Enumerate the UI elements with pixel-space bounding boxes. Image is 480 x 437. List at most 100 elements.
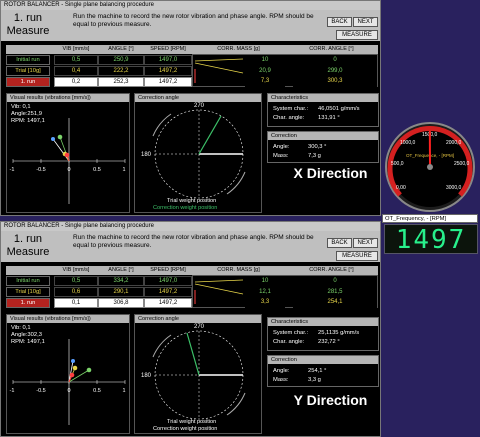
- correction-title: Correction: [268, 132, 378, 140]
- cell-initial-vib: 0,5: [54, 276, 98, 286]
- cell-run1-angle: 252,3: [98, 77, 144, 87]
- measure-button[interactable]: MEASURE: [336, 30, 378, 40]
- row-label-run1[interactable]: 1. run: [6, 77, 50, 87]
- corr-angle-1: 0: [293, 56, 377, 66]
- correction-mass-label: Mass:: [273, 153, 289, 159]
- instruction-text: Run the machine to record the new rotor …: [73, 13, 314, 28]
- back-button[interactable]: BACK: [327, 17, 352, 27]
- correction-title: Correction: [268, 356, 378, 364]
- row-label-initial[interactable]: Initial run: [6, 55, 50, 65]
- corr-mass-3: 7,3: [245, 77, 285, 87]
- table-header: VIB [mm/s] ANGLE [°] SPEED [RPM] CORR. M…: [6, 266, 378, 275]
- point-initial: [86, 367, 92, 373]
- cell-run1-vib: 0,2: [54, 77, 98, 87]
- next-button[interactable]: NEXT: [353, 238, 378, 248]
- next-button[interactable]: NEXT: [353, 17, 378, 27]
- rotation-arc-icon: [152, 113, 172, 137]
- run-title-text: 1. run Measure: [6, 233, 50, 258]
- caption-trial: Trial weight position: [167, 419, 216, 425]
- cell-initial-speed: 1497,0: [144, 276, 192, 286]
- caption-trial: Trial weight position: [167, 198, 216, 204]
- system-char-label: System char.:: [273, 106, 309, 112]
- procedure-header: 1. run Measure Run the machine to record…: [1, 231, 380, 262]
- row-label-initial[interactable]: Initial run: [6, 276, 50, 286]
- dial-label-top: 270: [194, 324, 205, 330]
- cell-run1-vib: 0,1: [54, 298, 98, 308]
- point-correction: [71, 359, 75, 363]
- measure-button[interactable]: MEASURE: [336, 251, 378, 261]
- gauge-tick-label: 3000,0: [446, 185, 462, 191]
- characteristics-title: Characteristics: [268, 318, 378, 326]
- x-tick-label: 1: [122, 388, 125, 394]
- corr-angle-2: 281,5: [293, 288, 377, 298]
- cell-run1-speed: 1497,2: [144, 77, 192, 87]
- panel-x-direction: ROTOR BALANCER - Single plane balancing …: [0, 0, 381, 216]
- correction-mass-label: Mass:: [273, 377, 289, 383]
- char-angle-value: 131,91 °: [318, 115, 340, 121]
- correction-mass-value: 3,3 g: [308, 377, 321, 383]
- corr-angle-3: 300,3: [293, 77, 377, 87]
- arrow-line: [194, 279, 244, 283]
- row-label-trial[interactable]: Trial [10g]: [6, 66, 50, 76]
- window-titlebar: ROTOR BALANCER - Single plane balancing …: [1, 222, 380, 231]
- visual-results-title: Visual results (vibrations [mm/s]): [7, 315, 129, 323]
- rpm-gauge: 0,00 500,0 1000,0 1500,0 2000,0 2500,0 3…: [382, 117, 478, 213]
- caption-correction: Correction weight position: [153, 426, 217, 432]
- back-button[interactable]: BACK: [327, 238, 352, 248]
- header-speed: SPEED [RPM]: [150, 46, 186, 52]
- cell-initial-speed: 1497,0: [144, 55, 192, 65]
- cell-run1-angle: 306,8: [98, 298, 144, 308]
- correction-weight-vector: [198, 115, 222, 155]
- row-label-trial[interactable]: Trial [10g]: [6, 287, 50, 297]
- cell-initial-vib: 0,5: [54, 55, 98, 65]
- gauge-tick-label: 0,00: [396, 185, 406, 191]
- vector-white: [68, 360, 74, 383]
- correction-angle-title: Correction angle: [135, 315, 261, 323]
- dial-label-left: 180: [141, 373, 152, 379]
- point-run: [69, 372, 75, 378]
- procedure-header: 1. run Measure Run the machine to record…: [1, 10, 380, 41]
- direction-label: Y Direction: [293, 392, 368, 408]
- correction-angle-value: 300,3 °: [308, 144, 327, 150]
- arrow-line: [194, 58, 244, 62]
- corr-mass-1: 10: [245, 277, 285, 287]
- correction-angle-label: Angle:: [273, 368, 290, 374]
- correction-angle-title: Correction angle: [135, 94, 261, 102]
- header-angle: ANGLE [°]: [108, 267, 134, 273]
- rpm-gauge-svg: 0,00 500,0 1000,0 1500,0 2000,0 2500,0 3…: [385, 122, 475, 212]
- caption-correction: Correction weight position: [153, 205, 217, 211]
- vibration-polar-plot: -1 -0.5 0 0.5 1: [10, 118, 126, 204]
- x-tick-label: 0.5: [93, 167, 101, 173]
- correction-values: 10 0 12,1 281,5 3,3 254,1: [192, 275, 378, 308]
- correction-box: Correction Angle: 254,1 ° Mass: 3,3 g: [267, 355, 379, 387]
- point-initial: [57, 134, 63, 140]
- header-speed: SPEED [RPM]: [150, 267, 186, 273]
- correction-angle-label: Angle:: [273, 144, 290, 150]
- row-label-run1[interactable]: 1. run: [6, 298, 50, 308]
- panel-y-direction: ROTOR BALANCER - Single plane balancing …: [0, 221, 381, 437]
- cell-trial-vib: 0,4: [54, 66, 98, 76]
- characteristics-title: Characteristics: [268, 94, 378, 102]
- corr-mass-2: 12,1: [245, 288, 285, 298]
- gauge-tick-label: 2000,0: [446, 140, 462, 146]
- visual-results-plot: Visual results (vibrations [mm/s]) Vib: …: [6, 314, 130, 434]
- frequency-digital-display: 1497: [384, 224, 478, 255]
- correction-mass-value: 7,3 g: [308, 153, 321, 159]
- rotation-arc-icon: [226, 392, 246, 416]
- characteristics-box: Characteristics System char.: 46,0501 g/…: [267, 93, 379, 127]
- x-tick-label: -0.5: [36, 167, 45, 173]
- run-title: 1. run Measure: [6, 12, 50, 38]
- correction-angle-plot: Correction angle 270 180 Trial weight po…: [134, 314, 262, 434]
- header-vib: VIB [mm/s]: [62, 267, 90, 273]
- cell-trial-speed: 1497,2: [144, 287, 192, 297]
- correction-angle-value: 254,1 °: [308, 368, 327, 374]
- vector-white: [52, 138, 70, 162]
- char-angle-label: Char. angle:: [273, 339, 305, 345]
- corr-angle-2: 299,0: [293, 67, 377, 77]
- measurement-table: VIB [mm/s] ANGLE [°] SPEED [RPM] CORR. M…: [6, 266, 378, 310]
- characteristics-box: Characteristics System char.: 25,1135 g/…: [267, 317, 379, 351]
- system-char-label: System char.:: [273, 330, 309, 336]
- header-corr-mass: CORR. MASS [g]: [217, 267, 260, 273]
- cell-initial-angle: 250,9: [98, 55, 144, 65]
- cell-initial-angle: 334,2: [98, 276, 144, 286]
